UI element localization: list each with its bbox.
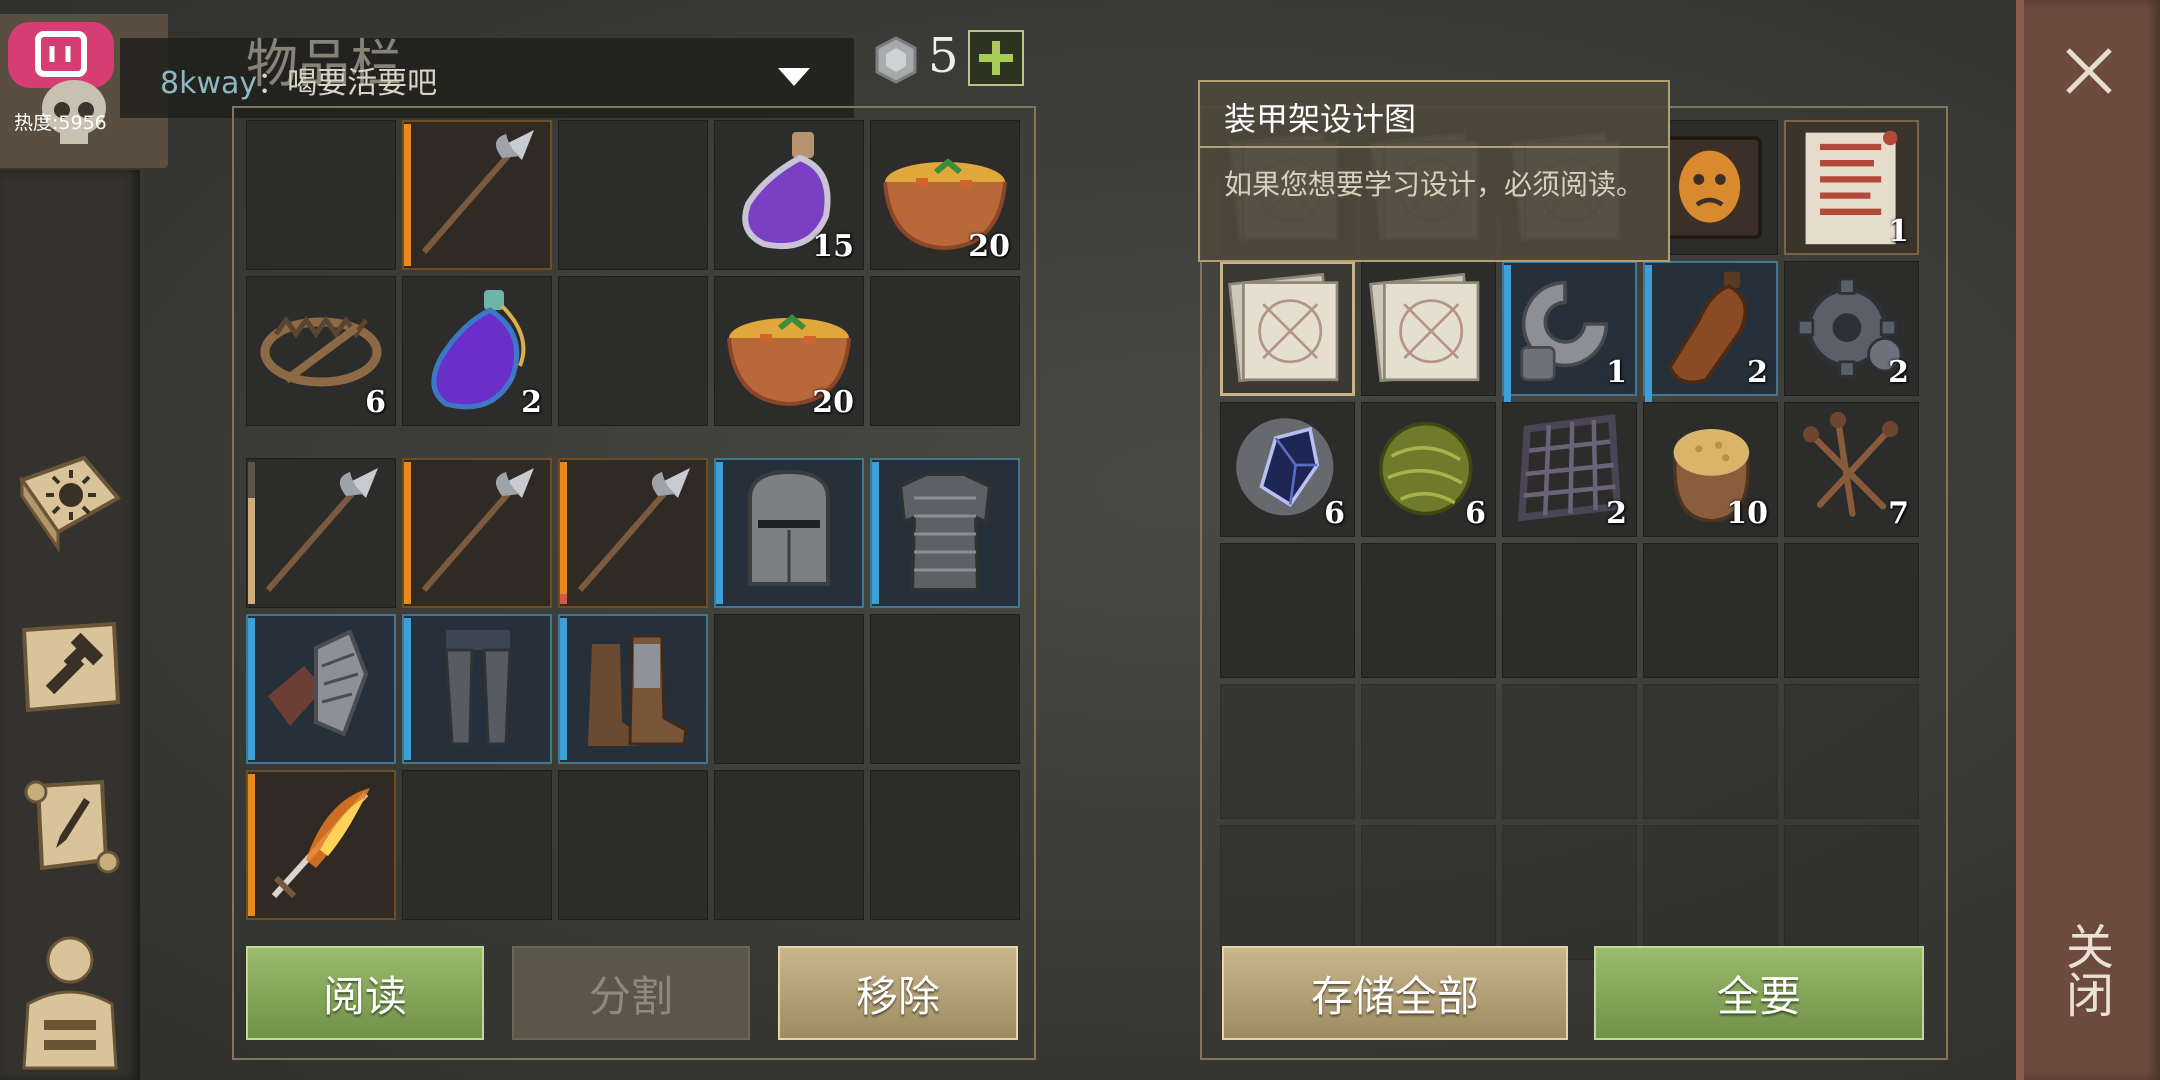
item-count: 1 bbox=[1606, 355, 1627, 390]
item-slot[interactable]: 1 bbox=[1502, 261, 1637, 407]
item-count: 2 bbox=[521, 385, 542, 420]
empty-slot[interactable] bbox=[1784, 684, 1919, 819]
item-count: 20 bbox=[812, 385, 854, 420]
quest-scroll-icon[interactable] bbox=[14, 770, 126, 882]
item-slot[interactable]: 2 bbox=[402, 276, 552, 426]
chat-username: 8kway bbox=[160, 66, 258, 101]
character-equipment-icon[interactable] bbox=[14, 930, 126, 1070]
empty-slot[interactable] bbox=[1502, 825, 1637, 960]
empty-slot[interactable] bbox=[1643, 825, 1778, 960]
item-count: 15 bbox=[812, 229, 854, 264]
empty-slot[interactable] bbox=[1220, 825, 1355, 960]
empty-slot[interactable] bbox=[870, 276, 1020, 426]
item-slot[interactable] bbox=[402, 120, 552, 270]
empty-slot[interactable] bbox=[558, 770, 708, 920]
item-slot[interactable]: 2 bbox=[1502, 402, 1637, 537]
empty-slot[interactable] bbox=[1502, 684, 1637, 819]
item-slot[interactable] bbox=[402, 614, 552, 764]
item-slot[interactable] bbox=[714, 458, 864, 608]
close-panel[interactable] bbox=[2016, 0, 2160, 1080]
chevron-down-icon[interactable] bbox=[776, 66, 812, 88]
empty-slot[interactable] bbox=[558, 276, 708, 426]
item-slot[interactable] bbox=[1220, 261, 1355, 396]
item-slot[interactable] bbox=[246, 770, 396, 920]
item-count: 6 bbox=[365, 385, 386, 420]
empty-slot[interactable] bbox=[246, 120, 396, 270]
empty-slot[interactable] bbox=[1502, 543, 1637, 678]
item-count: 2 bbox=[1888, 355, 1909, 390]
remove-button[interactable]: 移除 bbox=[778, 946, 1018, 1040]
item-slot[interactable]: 6 bbox=[1361, 402, 1496, 537]
item-count: 10 bbox=[1726, 496, 1768, 531]
take-all-button[interactable]: 全要 bbox=[1594, 946, 1924, 1040]
split-button[interactable]: 分割 bbox=[512, 946, 750, 1040]
chat-message-text: ：喝要活要吧 bbox=[257, 66, 438, 101]
item-slot[interactable] bbox=[870, 458, 1020, 608]
item-count: 20 bbox=[968, 229, 1010, 264]
item-slot[interactable]: 20 bbox=[714, 276, 864, 426]
empty-slot[interactable] bbox=[1784, 543, 1919, 678]
item-count: 2 bbox=[1747, 355, 1768, 390]
item-tooltip: 装甲架设计图 如果您想要学习设计，必须阅读。 bbox=[1198, 80, 1670, 262]
item-slot[interactable]: 2 bbox=[1643, 261, 1778, 407]
empty-slot[interactable] bbox=[402, 770, 552, 920]
item-slot[interactable] bbox=[558, 614, 708, 764]
item-slot[interactable]: 2 bbox=[1784, 261, 1919, 396]
add-coins-button[interactable] bbox=[968, 30, 1024, 86]
item-slot[interactable] bbox=[246, 458, 396, 608]
empty-slot[interactable] bbox=[558, 120, 708, 270]
item-slot[interactable]: 6 bbox=[246, 276, 396, 426]
empty-slot[interactable] bbox=[714, 614, 864, 764]
empty-slot[interactable] bbox=[870, 770, 1020, 920]
empty-slot[interactable] bbox=[1784, 825, 1919, 960]
item-slot[interactable]: 10 bbox=[1643, 402, 1778, 537]
tooltip-title: 装甲架设计图 bbox=[1224, 100, 1417, 138]
close-icon[interactable] bbox=[2064, 46, 2114, 96]
tooltip-description: 如果您想要学习设计，必须阅读。 bbox=[1224, 168, 1645, 201]
inventory-bag-grid bbox=[246, 458, 1026, 924]
empty-slot[interactable] bbox=[1643, 684, 1778, 819]
item-slot[interactable] bbox=[1361, 261, 1496, 396]
empty-slot[interactable] bbox=[1361, 684, 1496, 819]
item-count: 2 bbox=[1606, 496, 1627, 531]
inventory-top-grid: 15 20 6 2 20 bbox=[246, 120, 1026, 430]
coin-count: 5 bbox=[928, 28, 959, 84]
item-count: 7 bbox=[1888, 496, 1909, 531]
tooltip-divider bbox=[1200, 146, 1668, 148]
item-slot[interactable]: 7 bbox=[1784, 402, 1919, 537]
item-slot[interactable] bbox=[402, 458, 552, 608]
item-slot[interactable]: 1 bbox=[1784, 120, 1919, 255]
item-count: 6 bbox=[1465, 496, 1486, 531]
heat-counter: 热度:5956 bbox=[14, 112, 107, 134]
chat-message: 8kway：喝要活要吧 bbox=[160, 58, 437, 102]
item-slot[interactable]: 20 bbox=[870, 120, 1020, 270]
item-count: 1 bbox=[1888, 214, 1909, 249]
empty-slot[interactable] bbox=[714, 770, 864, 920]
item-slot[interactable]: 6 bbox=[1220, 402, 1355, 537]
journal-sun-book-icon[interactable] bbox=[14, 440, 126, 553]
empty-slot[interactable] bbox=[870, 614, 1020, 764]
item-slot[interactable] bbox=[246, 614, 396, 764]
empty-slot[interactable] bbox=[1361, 543, 1496, 678]
item-count: 6 bbox=[1324, 496, 1345, 531]
item-slot[interactable] bbox=[558, 458, 708, 608]
read-button[interactable]: 阅读 bbox=[246, 946, 484, 1040]
empty-slot[interactable] bbox=[1643, 543, 1778, 678]
empty-slot[interactable] bbox=[1361, 825, 1496, 960]
item-slot[interactable]: 15 bbox=[714, 120, 864, 270]
sidebar bbox=[0, 170, 140, 1080]
silver-coin-icon bbox=[875, 36, 917, 84]
empty-slot[interactable] bbox=[1220, 684, 1355, 819]
empty-slot[interactable] bbox=[1220, 543, 1355, 678]
store-all-button[interactable]: 存储全部 bbox=[1222, 946, 1568, 1040]
close-label[interactable]: 关闭 bbox=[2057, 922, 2120, 1018]
crafting-hammer-icon[interactable] bbox=[14, 610, 126, 722]
